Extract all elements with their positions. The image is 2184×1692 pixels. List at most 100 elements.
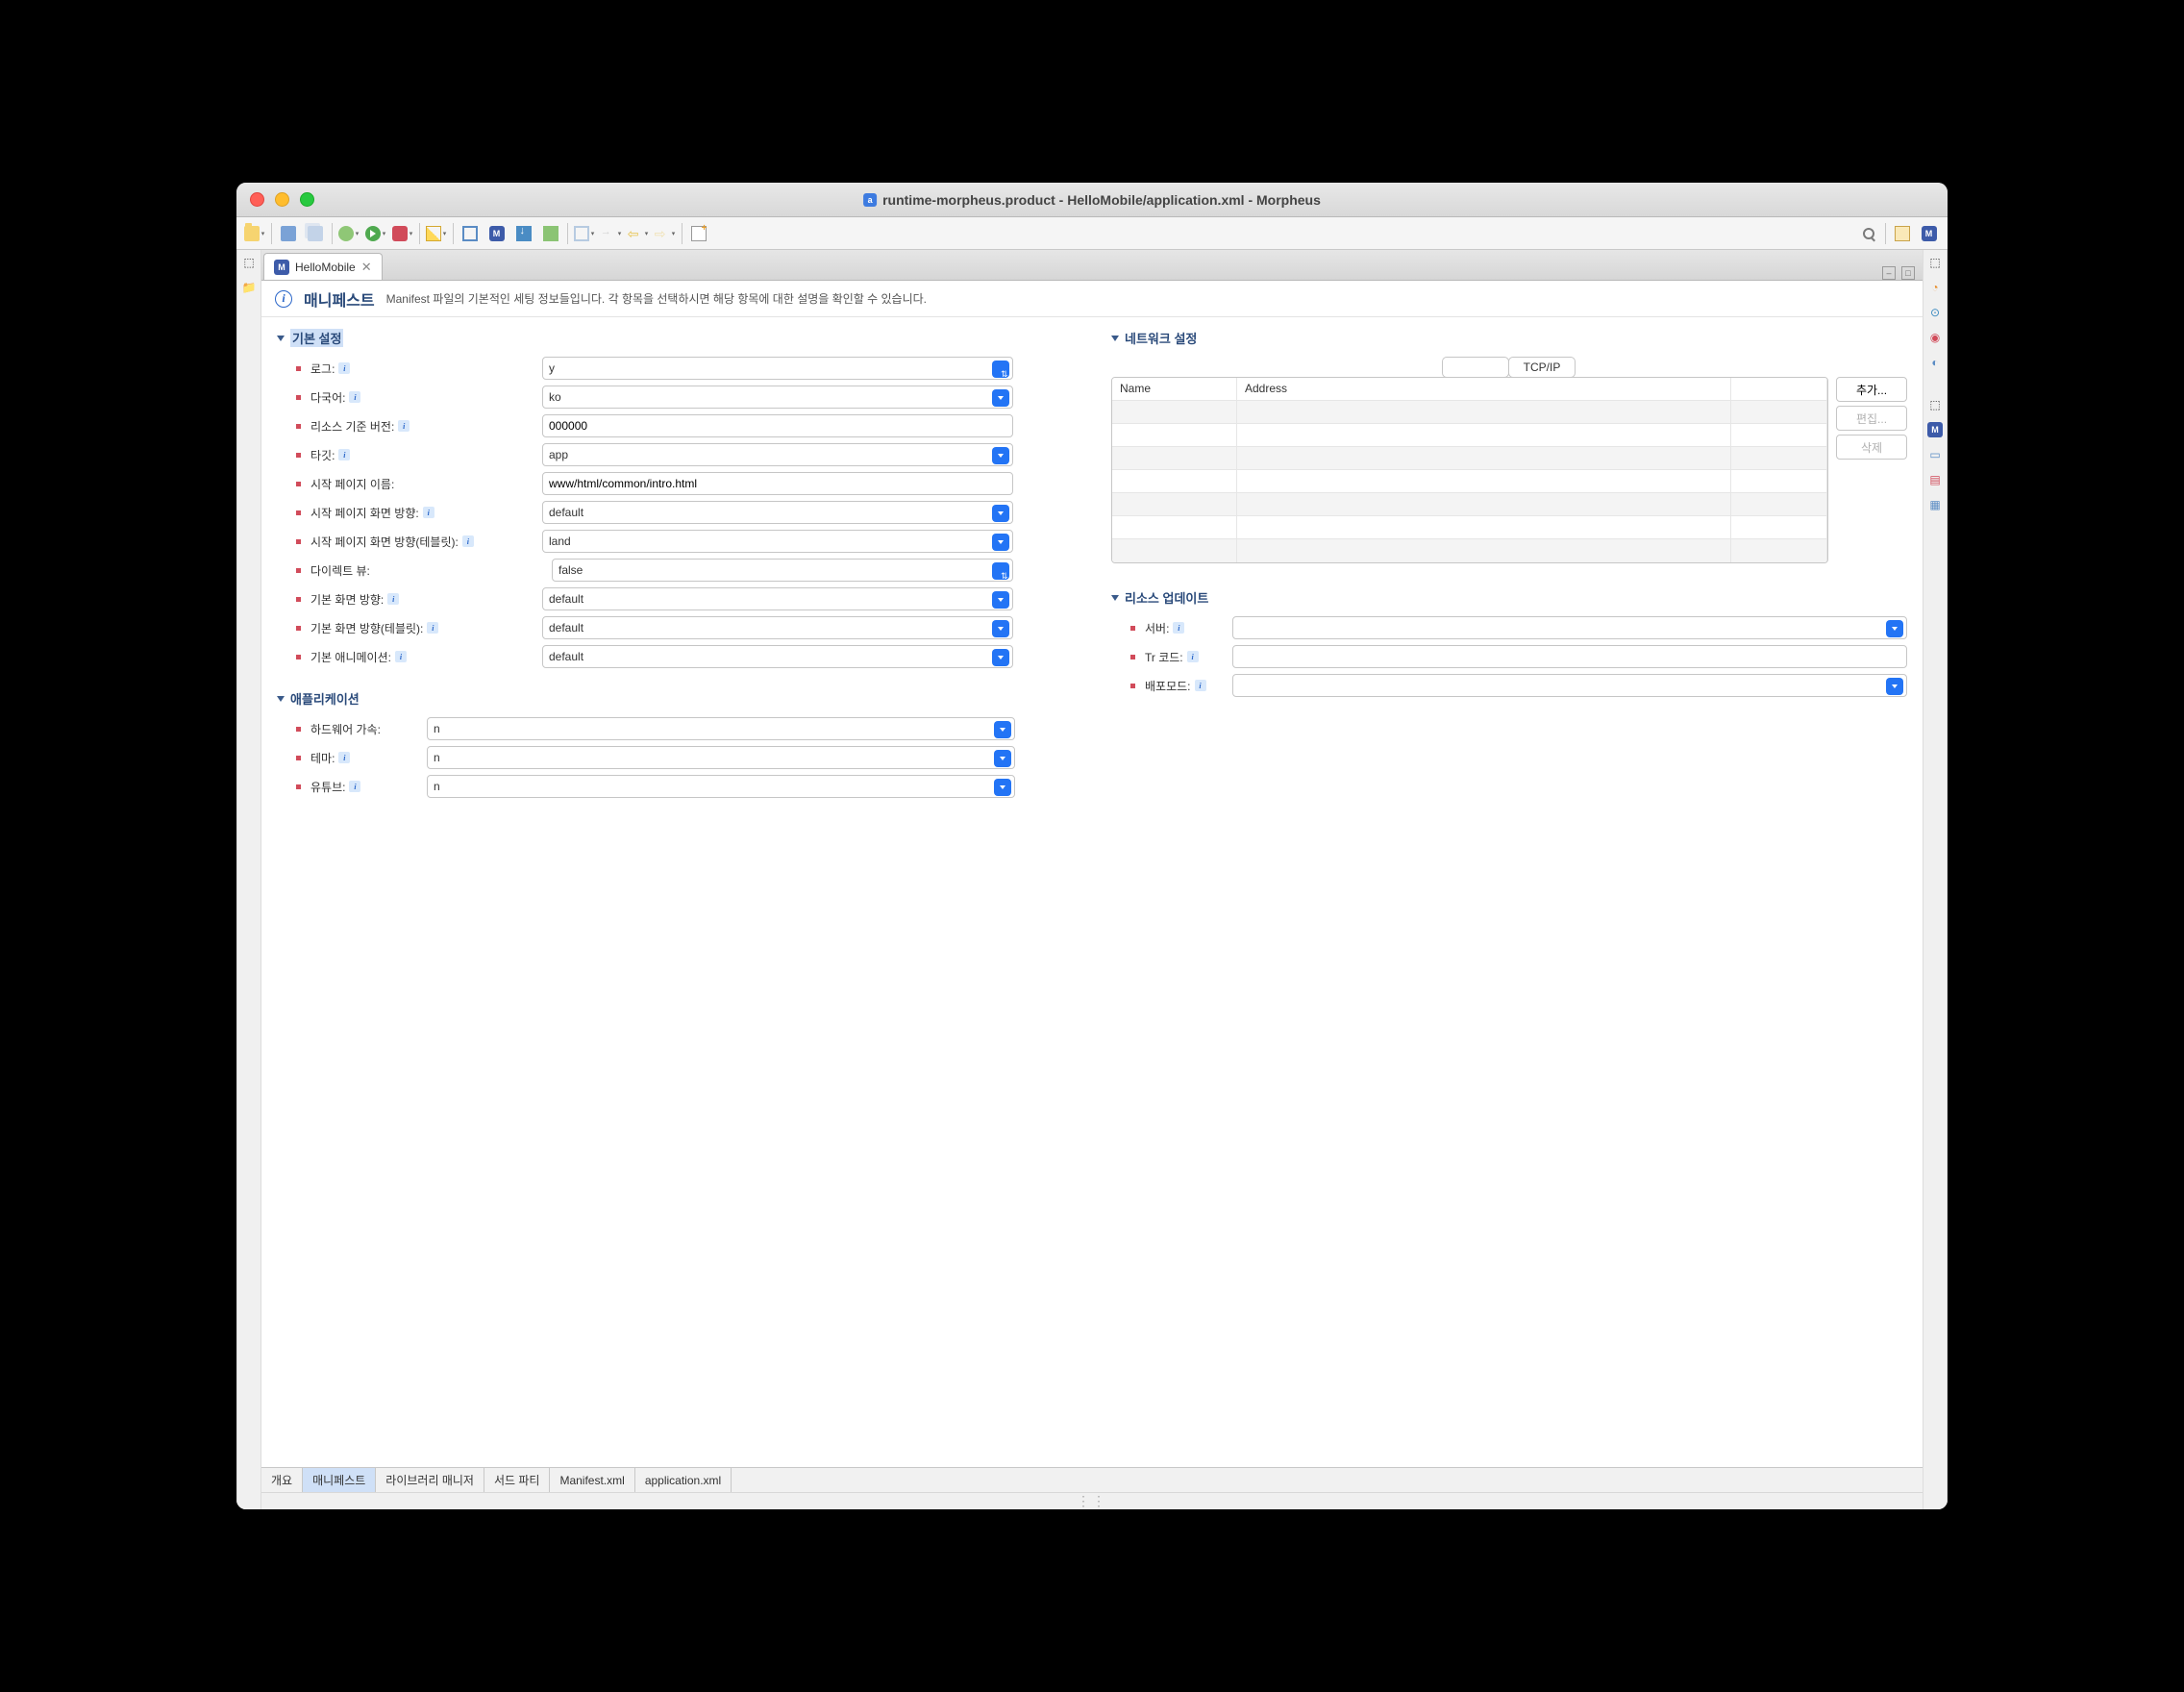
log-combo[interactable]: y [542,357,1013,380]
start-orientation-combo[interactable]: default [542,501,1013,524]
download-button[interactable] [511,221,536,246]
device-view-icon[interactable]: ▭ [1926,446,1944,463]
help-icon[interactable]: i [338,362,350,374]
help-icon[interactable]: i [423,507,434,518]
start-page-input[interactable] [542,472,1013,495]
col-empty[interactable] [1731,378,1827,400]
debug-button[interactable] [336,221,361,246]
hw-accel-combo[interactable]: n [427,717,1015,740]
section-application-header[interactable]: 애플리케이션 [277,689,1073,708]
help-icon[interactable]: i [427,622,438,634]
help-icon[interactable]: i [395,651,407,662]
help-icon[interactable]: i [1195,680,1206,691]
theme-combo[interactable]: n [427,746,1015,769]
search-button[interactable] [1856,221,1881,246]
section-resource-update-header[interactable]: 리소스 업데이트 [1111,588,1907,607]
col-name[interactable]: Name [1112,378,1237,400]
maximize-editor-button[interactable]: □ [1901,266,1915,280]
tab-manifest[interactable]: 매니페스트 [303,1468,376,1492]
table-row[interactable] [1112,493,1827,516]
new-button[interactable] [242,221,267,246]
package-explorer-icon[interactable]: 📁 [240,279,258,296]
start-orientation-tablet-combo[interactable]: land [542,530,1013,553]
tr-code-input[interactable] [1232,645,1907,668]
table-row[interactable] [1112,470,1827,493]
morpheus-perspective-button[interactable]: M [1917,221,1942,246]
target-combo[interactable]: app [542,443,1013,466]
i18n-combo[interactable]: ko [542,386,1013,409]
nav-forward-button[interactable] [653,221,678,246]
page-title: 매니페스트 [304,287,375,311]
toggle-button[interactable] [572,221,597,246]
tab-overview[interactable]: 개요 [261,1468,303,1492]
col-address[interactable]: Address [1237,378,1731,400]
pin-button[interactable] [686,221,711,246]
tab-third-party[interactable]: 서드 파티 [484,1468,551,1492]
restore-icon[interactable]: ⬚ [1926,254,1944,271]
console-view-icon[interactable]: ◐ [1926,354,1944,371]
network-table[interactable]: Name Address [1111,377,1828,563]
close-tab-icon[interactable]: ✕ [361,260,372,275]
table-row[interactable] [1112,539,1827,562]
network-tab-tcpip[interactable]: TCP/IP [1508,357,1576,378]
zoom-window-button[interactable] [300,192,314,207]
tasks-view-icon[interactable]: ⊙ [1926,304,1944,321]
save-button[interactable] [276,221,301,246]
tab-library-manager[interactable]: 라이브러리 매니저 [376,1468,484,1492]
right-column: 네트워크 설정 TCP/IP Name Address [1111,329,1907,1456]
add-button[interactable]: 추가... [1836,377,1907,402]
traffic-lights [250,192,314,207]
properties-view-icon[interactable]: ▦ [1926,496,1944,513]
morpheus-view-icon[interactable]: M [1926,421,1944,438]
step-button[interactable] [599,221,624,246]
table-row[interactable] [1112,447,1827,470]
restore-icon[interactable]: ⬚ [240,254,258,271]
deploy-mode-combo[interactable] [1232,674,1907,697]
default-animation-combo[interactable]: default [542,645,1013,668]
help-icon[interactable]: i [338,449,350,460]
field-target: 타깃: i app [277,443,1073,466]
edit-button[interactable]: 편집... [1836,406,1907,431]
server-combo[interactable] [1232,616,1907,639]
tab-manifest-xml[interactable]: Manifest.xml [550,1468,634,1492]
save-all-button[interactable] [303,221,328,246]
table-row[interactable] [1112,401,1827,424]
table-row[interactable] [1112,516,1827,539]
run-button[interactable] [363,221,388,246]
help-icon[interactable]: i [462,535,474,547]
table-row[interactable] [1112,424,1827,447]
default-orientation-tablet-combo[interactable]: default [542,616,1013,639]
network-tab-blank[interactable] [1442,357,1509,378]
direct-view-combo[interactable]: false [552,559,1013,582]
error-view-icon[interactable]: ◉ [1926,329,1944,346]
help-icon[interactable]: i [349,391,360,403]
open-perspective-button[interactable] [1890,221,1915,246]
section-network-header[interactable]: 네트워크 설정 [1111,329,1907,347]
help-icon[interactable]: i [1187,651,1199,662]
layout-button[interactable] [458,221,483,246]
morpheus-button[interactable]: M [484,221,509,246]
help-icon[interactable]: i [338,752,350,763]
outline-view-icon[interactable]: ◔ [1926,279,1944,296]
default-orientation-combo[interactable]: default [542,587,1013,610]
highlighter-button[interactable] [424,221,449,246]
restore-icon-2[interactable]: ⬚ [1926,396,1944,413]
help-icon[interactable]: i [349,781,360,792]
export-button[interactable] [538,221,563,246]
minimize-editor-button[interactable]: – [1882,266,1896,280]
sash-handle[interactable]: ⋮⋮ [261,1492,1923,1509]
youtube-combo[interactable]: n [427,775,1015,798]
minimize-window-button[interactable] [275,192,289,207]
resource-version-input[interactable] [542,414,1013,437]
delete-button[interactable]: 삭제 [1836,435,1907,460]
palette-view-icon[interactable]: ▤ [1926,471,1944,488]
stop-button[interactable] [390,221,415,246]
section-basic-header[interactable]: 기본 설정 [277,329,1073,347]
tab-application-xml[interactable]: application.xml [635,1468,732,1492]
help-icon[interactable]: i [387,593,399,605]
close-window-button[interactable] [250,192,264,207]
editor-tab-hellomobile[interactable]: M HelloMobile ✕ [263,253,383,280]
help-icon[interactable]: i [398,420,410,432]
help-icon[interactable]: i [1173,622,1184,634]
nav-back-button[interactable] [626,221,651,246]
